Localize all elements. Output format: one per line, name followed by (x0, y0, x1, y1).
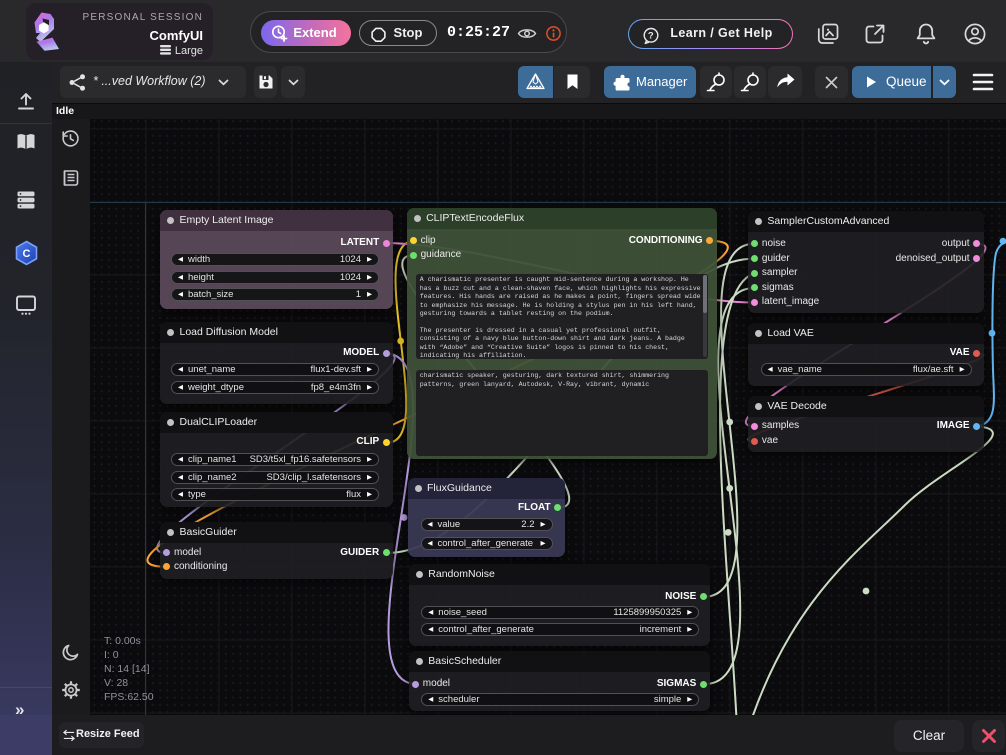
svg-text:C: C (22, 248, 30, 260)
svg-text:?: ? (648, 30, 654, 41)
